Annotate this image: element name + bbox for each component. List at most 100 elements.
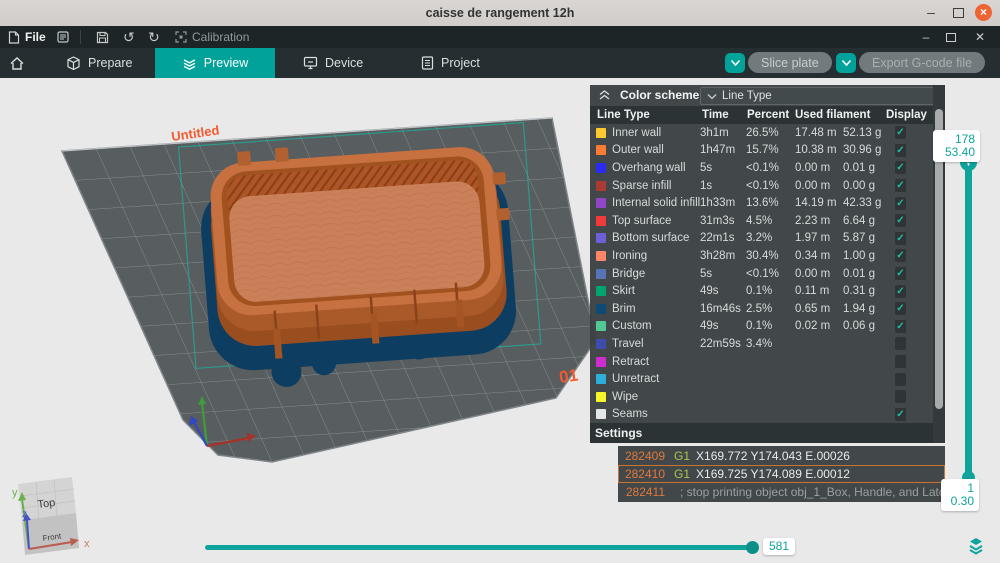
table-row[interactable]: Top surface 31m3s 4.5% 2.23 m 6.64 g ✓ — [590, 212, 933, 230]
slice-dropdown-button[interactable] — [725, 53, 745, 73]
display-checkbox[interactable]: ✓ — [895, 285, 906, 298]
display-checkbox[interactable]: ✓ — [895, 214, 906, 227]
move-slider-track[interactable] — [205, 545, 758, 550]
check-icon: ✓ — [896, 179, 904, 192]
table-row[interactable]: Bridge 5s <0.1% 0.00 m 0.01 g ✓ — [590, 265, 933, 283]
layers-icon — [182, 56, 197, 71]
line-type-color-swatch — [596, 304, 606, 314]
app-minimize-button[interactable]: – — [918, 26, 934, 48]
table-row[interactable]: Inner wall 3h1m 26.5% 17.48 m 52.13 g ✓ — [590, 124, 933, 142]
used-filament-length: 0.00 m — [795, 268, 843, 280]
layers-stack-icon — [966, 536, 986, 556]
tab-project[interactable]: Project — [421, 48, 480, 78]
used-filament-weight: 5.87 g — [843, 232, 895, 244]
gcode-line-selected[interactable]: 282410 G1 X169.725 Y174.089 E.00012 — [618, 465, 945, 483]
table-row[interactable]: Skirt 49s 0.1% 0.11 m 0.31 g ✓ — [590, 282, 933, 300]
gcode-args: X169.725 Y174.089 E.00012 — [696, 467, 850, 481]
close-button[interactable]: × — [975, 4, 992, 21]
export-gcode-button[interactable]: Export G-code file — [859, 52, 985, 73]
used-filament-length: 17.48 m — [795, 127, 843, 139]
used-filament-length: 0.11 m — [795, 285, 843, 297]
used-filament-length: 0.02 m — [795, 320, 843, 332]
line-type-color-swatch — [596, 357, 606, 367]
table-row[interactable]: Brim 16m46s 2.5% 0.65 m 1.94 g ✓ — [590, 300, 933, 318]
redo-button[interactable]: ↻ — [148, 26, 160, 48]
tab-preview[interactable]: Preview — [155, 48, 275, 78]
minimize-button[interactable]: – — [922, 0, 940, 24]
orientation-cube[interactable]: Top Front y z x — [12, 477, 90, 555]
gcode-line[interactable]: 282411 ; stop printing object obj_1_Box,… — [618, 483, 945, 501]
display-checkbox[interactable]: ✓ — [895, 126, 906, 139]
time-value: 3h1m — [700, 127, 746, 139]
move-slider-handle[interactable] — [746, 541, 759, 554]
used-filament-weight: 42.33 g — [843, 197, 895, 209]
app-window: caisse de rangement 12h – × File ↺ ↻ Cal… — [0, 0, 1000, 563]
display-checkbox[interactable]: ✓ — [895, 232, 906, 245]
home-button[interactable] — [9, 48, 25, 78]
chevron-down-icon — [730, 59, 741, 67]
plate-number-label: 01 — [558, 366, 579, 387]
display-checkbox[interactable]: ✓ — [895, 144, 906, 157]
display-checkbox[interactable]: ✓ — [895, 390, 906, 403]
menu-separator — [80, 30, 81, 44]
display-checkbox[interactable]: ✓ — [895, 320, 906, 333]
tab-device[interactable]: Device — [303, 48, 363, 78]
tab-prepare[interactable]: Prepare — [66, 48, 132, 78]
display-checkbox[interactable]: ✓ — [895, 373, 906, 386]
display-checkbox[interactable]: ✓ — [895, 161, 906, 174]
display-checkbox[interactable]: ✓ — [895, 197, 906, 210]
settings-section-header[interactable]: Settings — [590, 423, 933, 443]
line-type-color-swatch — [596, 181, 606, 191]
time-value: 5s — [700, 268, 746, 280]
display-checkbox[interactable]: ✓ — [895, 355, 906, 368]
app-close-button[interactable]: ✕ — [972, 26, 988, 48]
table-row[interactable]: Unretract ✓ — [590, 370, 933, 388]
layer-slider-track[interactable] — [965, 161, 972, 479]
export-dropdown-button[interactable] — [836, 53, 856, 73]
table-row[interactable]: Seams ✓ — [590, 406, 933, 424]
calibration-menu[interactable]: Calibration — [175, 26, 249, 48]
table-row[interactable]: Wipe ✓ — [590, 388, 933, 406]
col-line-type: Line Type — [597, 106, 650, 124]
table-row[interactable]: Travel 22m59s 3.4% ✓ — [590, 335, 933, 353]
table-row[interactable]: Sparse infill 1s <0.1% 0.00 m 0.00 g ✓ — [590, 177, 933, 195]
undo-button[interactable]: ↺ — [123, 26, 135, 48]
table-row[interactable]: Internal solid infill 1h33m 13.6% 14.19 … — [590, 194, 933, 212]
maximize-button[interactable] — [953, 8, 964, 18]
time-value: 22m59s — [700, 338, 746, 350]
layer-slider-toggle-button[interactable] — [966, 536, 986, 556]
table-row[interactable]: Bottom surface 22m1s 3.2% 1.97 m 5.87 g … — [590, 230, 933, 248]
display-checkbox[interactable]: ✓ — [895, 302, 906, 315]
cube-top-label: Top — [37, 497, 56, 511]
time-value: 22m1s — [700, 232, 746, 244]
gcode-command: G1 — [674, 449, 690, 463]
display-checkbox[interactable]: ✓ — [895, 267, 906, 280]
display-checkbox[interactable]: ✓ — [895, 337, 906, 350]
line-type-label: Top surface — [612, 215, 700, 227]
gcode-line[interactable]: 282409 G1 X169.772 Y174.043 E.00026 — [618, 447, 945, 465]
table-row[interactable]: Retract ✓ — [590, 353, 933, 371]
table-row[interactable]: Overhang wall 5s <0.1% 0.00 m 0.01 g ✓ — [590, 159, 933, 177]
notes-menu-button[interactable] — [57, 26, 69, 48]
percent-value: 13.6% — [746, 197, 795, 209]
slice-plate-button[interactable]: Slice plate — [748, 52, 832, 73]
file-menu[interactable]: File — [8, 26, 46, 48]
collapse-button[interactable] — [598, 89, 611, 101]
save-icon — [96, 31, 109, 44]
check-icon: ✓ — [896, 197, 904, 210]
line-type-color-swatch — [596, 339, 606, 349]
display-checkbox[interactable]: ✓ — [895, 408, 906, 421]
line-type-color-swatch — [596, 269, 606, 279]
used-filament-length: 10.38 m — [795, 144, 843, 156]
table-row[interactable]: Custom 49s 0.1% 0.02 m 0.06 g ✓ — [590, 318, 933, 336]
display-checkbox[interactable]: ✓ — [895, 179, 906, 192]
app-restore-button[interactable] — [946, 33, 956, 42]
table-row[interactable]: Outer wall 1h47m 15.7% 10.38 m 30.96 g ✓ — [590, 142, 933, 160]
undo-icon: ↺ — [123, 29, 135, 46]
monitor-icon — [303, 56, 318, 70]
color-scheme-dropdown[interactable]: Line Type — [700, 87, 940, 105]
display-checkbox[interactable]: ✓ — [895, 249, 906, 262]
line-type-label: Ironing — [612, 250, 700, 262]
table-row[interactable]: Ironing 3h28m 30.4% 0.34 m 1.00 g ✓ — [590, 247, 933, 265]
save-button[interactable] — [96, 26, 109, 48]
